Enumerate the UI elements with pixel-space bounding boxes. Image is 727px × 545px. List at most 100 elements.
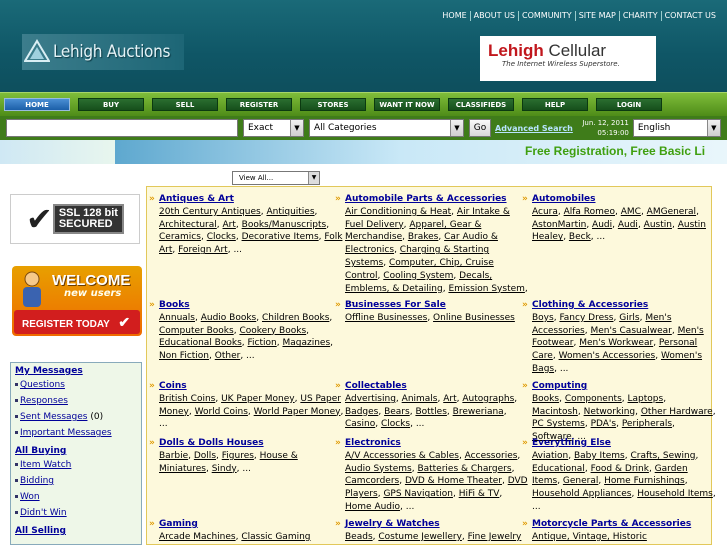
subcategory-link[interactable]: Audi [618, 220, 638, 230]
nav-help[interactable]: HELP [522, 98, 588, 111]
subcategory-link[interactable]: Household Appliances [532, 489, 631, 499]
top-link[interactable]: CHARITY [618, 11, 661, 21]
subcategory-link[interactable]: Acura [532, 207, 558, 217]
subcategory-link[interactable]: Educational [532, 464, 585, 474]
subcategory-link[interactable]: Camcorders [345, 476, 399, 486]
category-title-link[interactable]: Electronics [345, 437, 530, 450]
subcategory-link[interactable]: Advertising [345, 394, 396, 404]
messages-item[interactable]: Questions [11, 377, 141, 393]
top-link[interactable]: ABOUT US [469, 11, 518, 21]
subcategory-link[interactable]: Accessories [465, 451, 518, 461]
my-messages-link[interactable]: My Messages [11, 363, 141, 377]
more-link[interactable]: ... [159, 419, 168, 429]
subcategory-link[interactable]: Costume Jewellery [378, 532, 462, 542]
subcategory-link[interactable]: Food & Drink [591, 464, 649, 474]
subcategory-link[interactable]: Art [443, 394, 456, 404]
subcategory-link[interactable]: Alfa Romeo [564, 207, 615, 217]
category-title-link[interactable]: Books [159, 299, 344, 312]
messages-item[interactable]: Important Messages [11, 425, 141, 441]
category-title-link[interactable]: Coins [159, 380, 344, 393]
subcategory-link[interactable]: Fancy Dress [559, 313, 613, 323]
nav-stores[interactable]: STORES [300, 98, 366, 111]
subcategory-link[interactable]: AMC [621, 207, 641, 217]
subcategory-link[interactable]: Men's Workwear [579, 338, 653, 348]
subcategory-link[interactable]: GPS Navigation [383, 489, 453, 499]
subcategory-link[interactable]: Audio Systems [345, 464, 412, 474]
subcategory-link[interactable]: Casino [345, 419, 375, 429]
subcategory-link[interactable]: British Coins [159, 394, 215, 404]
subcategory-link[interactable]: Austin [644, 220, 672, 230]
subcategory-link[interactable]: PDA's [591, 419, 617, 429]
subcategory-link[interactable]: Aviation [532, 451, 568, 461]
subcategory-link[interactable]: Boys [532, 313, 554, 323]
subcategory-link[interactable]: Autographs [462, 394, 514, 404]
subcategory-link[interactable]: Brakes [408, 232, 439, 242]
subcategory-link[interactable]: Air Conditioning & Heat [345, 207, 451, 217]
subcategory-link[interactable]: Breweriana [453, 407, 504, 417]
more-link[interactable]: ... [560, 364, 569, 374]
ad-banner[interactable]: Lehigh Cellular The Internet Wireless Su… [480, 36, 656, 81]
subcategory-link[interactable]: Girls [619, 313, 639, 323]
category-title-link[interactable]: Computing [532, 380, 717, 393]
subcategory-link[interactable]: UK Paper Money [221, 394, 295, 404]
buying-item[interactable]: Item Watch [11, 457, 141, 473]
subcategory-link[interactable]: Annuals [159, 313, 195, 323]
more-link[interactable]: ... [416, 419, 425, 429]
buying-item[interactable]: Didn't Win [11, 505, 141, 521]
subcategory-link[interactable]: DVD & Home Theater [405, 476, 502, 486]
subcategory-link[interactable]: Audio Books [201, 313, 257, 323]
subcategory-link[interactable]: Classic Gaming [241, 532, 310, 542]
subcategory-link[interactable]: Arcade Machines [159, 532, 236, 542]
nav-login[interactable]: LOGIN [596, 98, 662, 111]
subcategory-link[interactable]: Books [532, 394, 559, 404]
nav-home[interactable]: HOME [4, 98, 70, 111]
category-select[interactable]: All Categories ▼ [309, 119, 464, 137]
more-link[interactable]: ... [406, 502, 415, 512]
subcategory-link[interactable]: Clocks [381, 419, 410, 429]
subcategory-link[interactable]: World Coins [195, 407, 248, 417]
welcome-register-banner[interactable]: WELCOME new users REGISTER TODAY ✔ [12, 266, 142, 336]
messages-item[interactable]: Sent Messages (0) [11, 409, 141, 425]
top-link[interactable]: CONTACT US [660, 11, 719, 21]
nav-want-it-now[interactable]: WANT IT NOW [374, 98, 440, 111]
subcategory-link[interactable]: Dolls [194, 451, 216, 461]
subcategory-link[interactable]: Home Furnishings [604, 476, 685, 486]
match-select[interactable]: Exact ▼ [243, 119, 304, 137]
subcategory-link[interactable]: Baby Items [574, 451, 625, 461]
subcategory-link[interactable]: Peripherals [622, 419, 672, 429]
nav-sell[interactable]: SELL [152, 98, 218, 111]
subcategory-link[interactable]: Batteries & Chargers [417, 464, 511, 474]
subcategory-link[interactable]: Foreign Art [178, 245, 228, 255]
subcategory-link[interactable]: AstonMartin [532, 220, 586, 230]
category-title-link[interactable]: Automobile Parts & Accessories [345, 193, 530, 206]
register-today-button[interactable]: REGISTER TODAY ✔ [14, 310, 140, 334]
subcategory-link[interactable]: Men's Casualwear [590, 326, 671, 336]
all-selling-link[interactable]: All Selling [11, 523, 141, 537]
subcategory-link[interactable]: Other Hardware [641, 407, 713, 417]
subcategory-link[interactable]: Women's Accessories [559, 351, 656, 361]
site-logo[interactable]: Lehigh Auctions [22, 34, 184, 70]
advanced-search-link[interactable]: Advanced Search [495, 124, 573, 133]
category-title-link[interactable]: Clothing & Accessories [532, 299, 717, 312]
more-link[interactable]: ... [597, 232, 606, 242]
subcategory-link[interactable]: Bottles [415, 407, 446, 417]
subcategory-link[interactable]: Audi [592, 220, 612, 230]
subcategory-link[interactable]: Clocks [207, 232, 236, 242]
subcategory-link[interactable]: Offline Businesses [345, 313, 427, 323]
subcategory-link[interactable]: PC Systems [532, 419, 585, 429]
all-buying-link[interactable]: All Buying [11, 443, 141, 457]
messages-item[interactable]: Responses [11, 393, 141, 409]
more-link[interactable]: ... [242, 464, 251, 474]
subcategory-link[interactable]: Online Businesses [433, 313, 515, 323]
subcategory-link[interactable]: Decorative Items [242, 232, 319, 242]
subcategory-link[interactable]: Animals [402, 394, 438, 404]
subcategory-link[interactable]: 20th Century Antiques [159, 207, 261, 217]
subcategory-link[interactable]: Cooling System [383, 271, 453, 281]
subcategory-link[interactable]: Sindy [212, 464, 237, 474]
nav-register[interactable]: REGISTER [226, 98, 292, 111]
subcategory-link[interactable]: Fiction [248, 338, 277, 348]
subcategory-link[interactable]: A/V Accessories & Cables [345, 451, 459, 461]
subcategory-link[interactable]: Ceramics [159, 232, 201, 242]
subcategory-link[interactable]: Crafts, Sewing [630, 451, 695, 461]
subcategory-link[interactable]: Other [215, 351, 241, 361]
